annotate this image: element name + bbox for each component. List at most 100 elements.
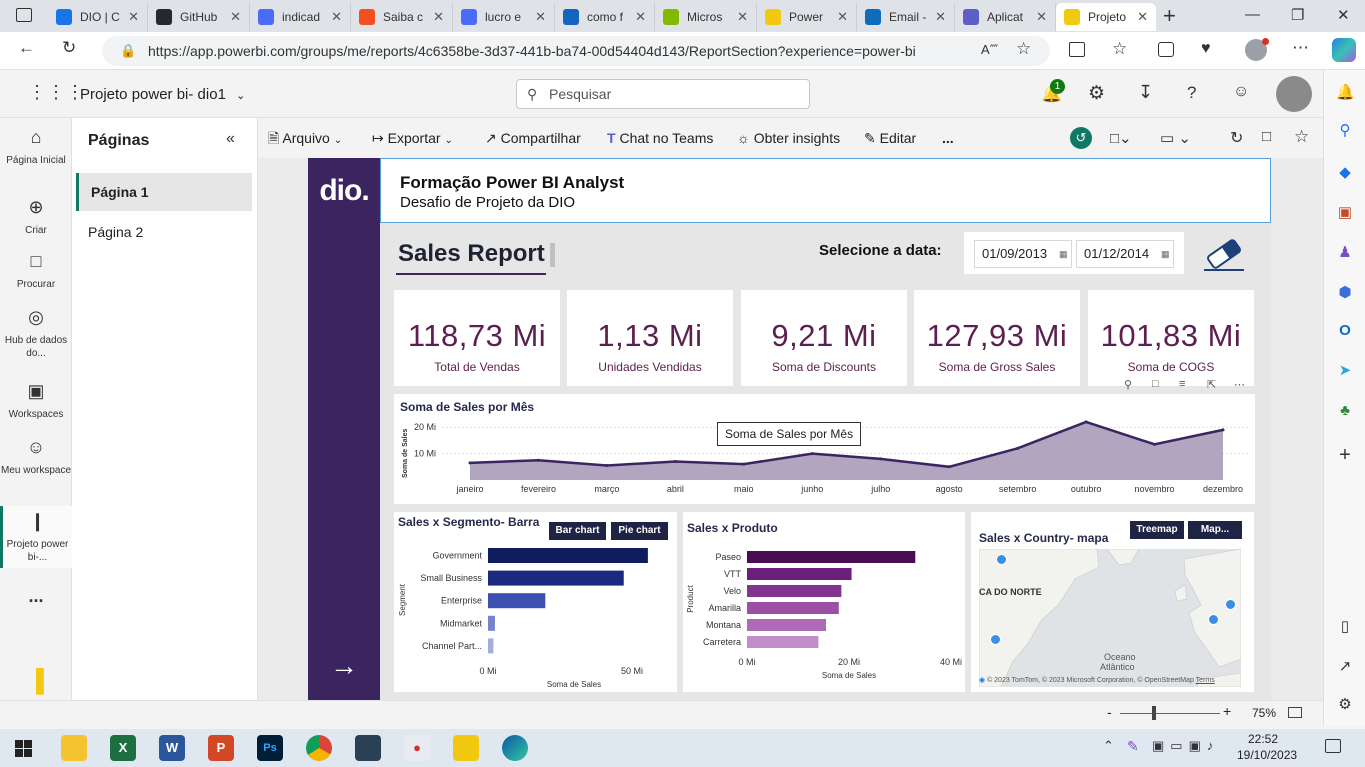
page-item-2[interactable]: Página 2 [76, 213, 252, 251]
shopping-tag-icon[interactable]: ◆ [1336, 164, 1354, 182]
close-tab-icon[interactable]: ✕ [931, 9, 946, 25]
browser-tab[interactable]: DIO | C ✕ [48, 3, 148, 31]
nav-item-plus-circle[interactable]: ⊕ Criar [0, 196, 72, 237]
word-icon[interactable]: W [159, 735, 185, 761]
app-red-icon[interactable]: ● [404, 735, 430, 761]
user-avatar[interactable] [1276, 76, 1312, 112]
date-to-input[interactable]: 01/12/2014 ▦ [1076, 240, 1174, 268]
eraser-clear-filters-icon[interactable] [1202, 236, 1246, 275]
telegram-icon[interactable]: ➤ [1336, 362, 1354, 380]
back-icon[interactable]: ← [18, 38, 35, 58]
file-explorer-icon[interactable] [61, 735, 87, 761]
browser-tab[interactable]: Aplicat ✕ [955, 3, 1056, 31]
bar[interactable] [488, 548, 648, 563]
refresh-icon[interactable]: ↻ [62, 38, 76, 58]
map-bubble-canada[interactable] [996, 554, 1007, 565]
kpi-card[interactable]: 1,13 Mi Unidades Vendidas [567, 290, 733, 386]
outlook-icon[interactable]: O [1336, 322, 1354, 340]
export-menu[interactable]: ↦ Exportar ⌄ [372, 118, 453, 158]
feedback-icon[interactable]: ☺ [1233, 83, 1249, 101]
favorites-icon[interactable]: ☆ [1112, 39, 1127, 59]
kpi-card[interactable]: 118,73 Mi Total de Vendas [394, 290, 560, 386]
reset-icon[interactable]: ↺ [1070, 127, 1092, 149]
close-tab-icon[interactable]: ✕ [327, 9, 342, 25]
sidebar-settings-icon[interactable]: ⚙ [1336, 696, 1354, 714]
bar[interactable] [488, 638, 494, 654]
clock-date[interactable]: 19/10/2023 [1237, 748, 1297, 762]
data-point[interactable] [742, 462, 746, 466]
favorite-icon[interactable]: ☆ [1294, 127, 1309, 147]
add-sidebar-icon[interactable]: + [1336, 445, 1354, 465]
bar[interactable] [747, 602, 839, 614]
close-window-button[interactable]: ✕ [1337, 6, 1350, 24]
workspace-title[interactable]: Projeto power bi- dio1 ⌄ [80, 86, 245, 103]
close-tab-icon[interactable]: ✕ [429, 9, 444, 25]
browser-tab[interactable]: Power ✕ [757, 3, 857, 31]
data-point[interactable] [947, 465, 951, 469]
close-tab-icon[interactable]: ✕ [1032, 9, 1047, 25]
data-point[interactable] [1221, 428, 1225, 432]
data-point[interactable] [468, 461, 472, 465]
data-point[interactable] [810, 452, 814, 456]
new-tab-button[interactable]: + [1163, 3, 1176, 29]
zoom-in-button[interactable]: + [1223, 703, 1231, 719]
pin-icon[interactable]: ⚲ [1124, 378, 1132, 391]
nav-item-data-hub[interactable]: ◎ Hub de dados do... [0, 306, 72, 360]
file-menu[interactable]: 🗎 Arquivo ⌄ [268, 118, 342, 158]
map-terms-link[interactable]: Terms [1196, 677, 1215, 684]
product-bar-chart[interactable]: Sales x Produto Paseo VTT Velo Amarilla Mont… [683, 512, 965, 692]
browser-tab[interactable]: Micros ✕ [655, 3, 757, 31]
data-point[interactable] [1153, 442, 1157, 446]
photoshop-icon[interactable]: Ps [257, 735, 283, 761]
search-sidebar-icon[interactable]: ⚲ [1336, 122, 1354, 140]
browser-tab[interactable]: lucro e ✕ [453, 3, 555, 31]
chrome-icon[interactable] [306, 735, 332, 761]
data-point[interactable] [605, 463, 609, 467]
map-area[interactable]: CA DO NORTE Oceano Atlântico ◉ © 2023 To… [979, 549, 1241, 687]
browser-tab[interactable]: Saiba c ✕ [351, 3, 453, 31]
browser-tab[interactable]: Projeto ✕ [1056, 3, 1156, 31]
games-icon[interactable]: ♟ [1336, 244, 1354, 262]
bar[interactable] [488, 615, 495, 631]
tools-briefcase-icon[interactable]: ▣ [1336, 204, 1354, 222]
bar[interactable] [747, 636, 819, 648]
data-point[interactable] [536, 458, 540, 462]
notification-bell-icon[interactable]: 🔔 [1336, 84, 1355, 102]
tab-actions-icon[interactable] [16, 8, 32, 22]
settings-gear-icon[interactable]: ⚙ [1088, 82, 1105, 105]
browser-tab[interactable]: como f ✕ [555, 3, 655, 31]
nav-item-home[interactable]: ⌂ Página Inicial [0, 126, 72, 167]
zoom-out-button[interactable]: - [1107, 704, 1112, 720]
collections-icon[interactable] [1158, 42, 1174, 57]
page-item-1[interactable]: Página 1 [76, 173, 252, 211]
excel-icon[interactable]: X [110, 735, 136, 761]
mysql-workbench-icon[interactable] [355, 735, 381, 761]
bar[interactable] [747, 585, 842, 597]
teams-chat-button[interactable]: T Chat no Teams [607, 118, 713, 158]
more-options-button[interactable]: ... [942, 118, 954, 158]
pen-icon[interactable]: ✎ [1127, 738, 1139, 755]
edit-button[interactable]: ✎ Editar [864, 118, 916, 158]
powerbi-taskbar-icon[interactable] [453, 735, 479, 761]
share-button[interactable]: ↗ Compartilhar [485, 118, 581, 158]
map-bubble-europe-west[interactable] [1208, 614, 1219, 625]
close-tab-icon[interactable]: ✕ [226, 9, 241, 25]
kpi-card[interactable]: 9,21 Mi Soma de Discounts [741, 290, 907, 386]
country-map[interactable]: Sales x Country- mapa CA DO NORTE Oceano… [971, 512, 1254, 692]
copy-icon[interactable]: □ [1152, 378, 1159, 390]
monthly-sales-chart[interactable]: Soma de Sales por Mês 20 Mi 10 Mi janeiro f… [394, 394, 1255, 504]
next-page-arrow-icon[interactable]: → [330, 650, 358, 682]
data-point[interactable] [1084, 420, 1088, 424]
nav-item-report[interactable]: ❙ Projeto power bi-... [0, 506, 72, 568]
map-bubble-usa[interactable] [990, 634, 1001, 645]
bookmark-icon[interactable]: □⌄ [1110, 129, 1132, 147]
nav-item-user[interactable]: ☺ Meu workspace [0, 436, 72, 477]
tray-icons[interactable]: ▣▭▣♪ [1152, 738, 1219, 754]
collapse-pages-icon[interactable]: « [226, 130, 235, 148]
read-aloud-icon[interactable]: A⁗ [981, 42, 998, 58]
settings-more-icon[interactable]: ⋯ [1292, 38, 1309, 58]
date-from-input[interactable]: 01/09/2013 ▦ [974, 240, 1072, 268]
map-bubble-europe-north[interactable] [1225, 599, 1236, 610]
tray-chevron-icon[interactable]: ⌃ [1103, 738, 1114, 754]
bar[interactable] [747, 551, 916, 563]
